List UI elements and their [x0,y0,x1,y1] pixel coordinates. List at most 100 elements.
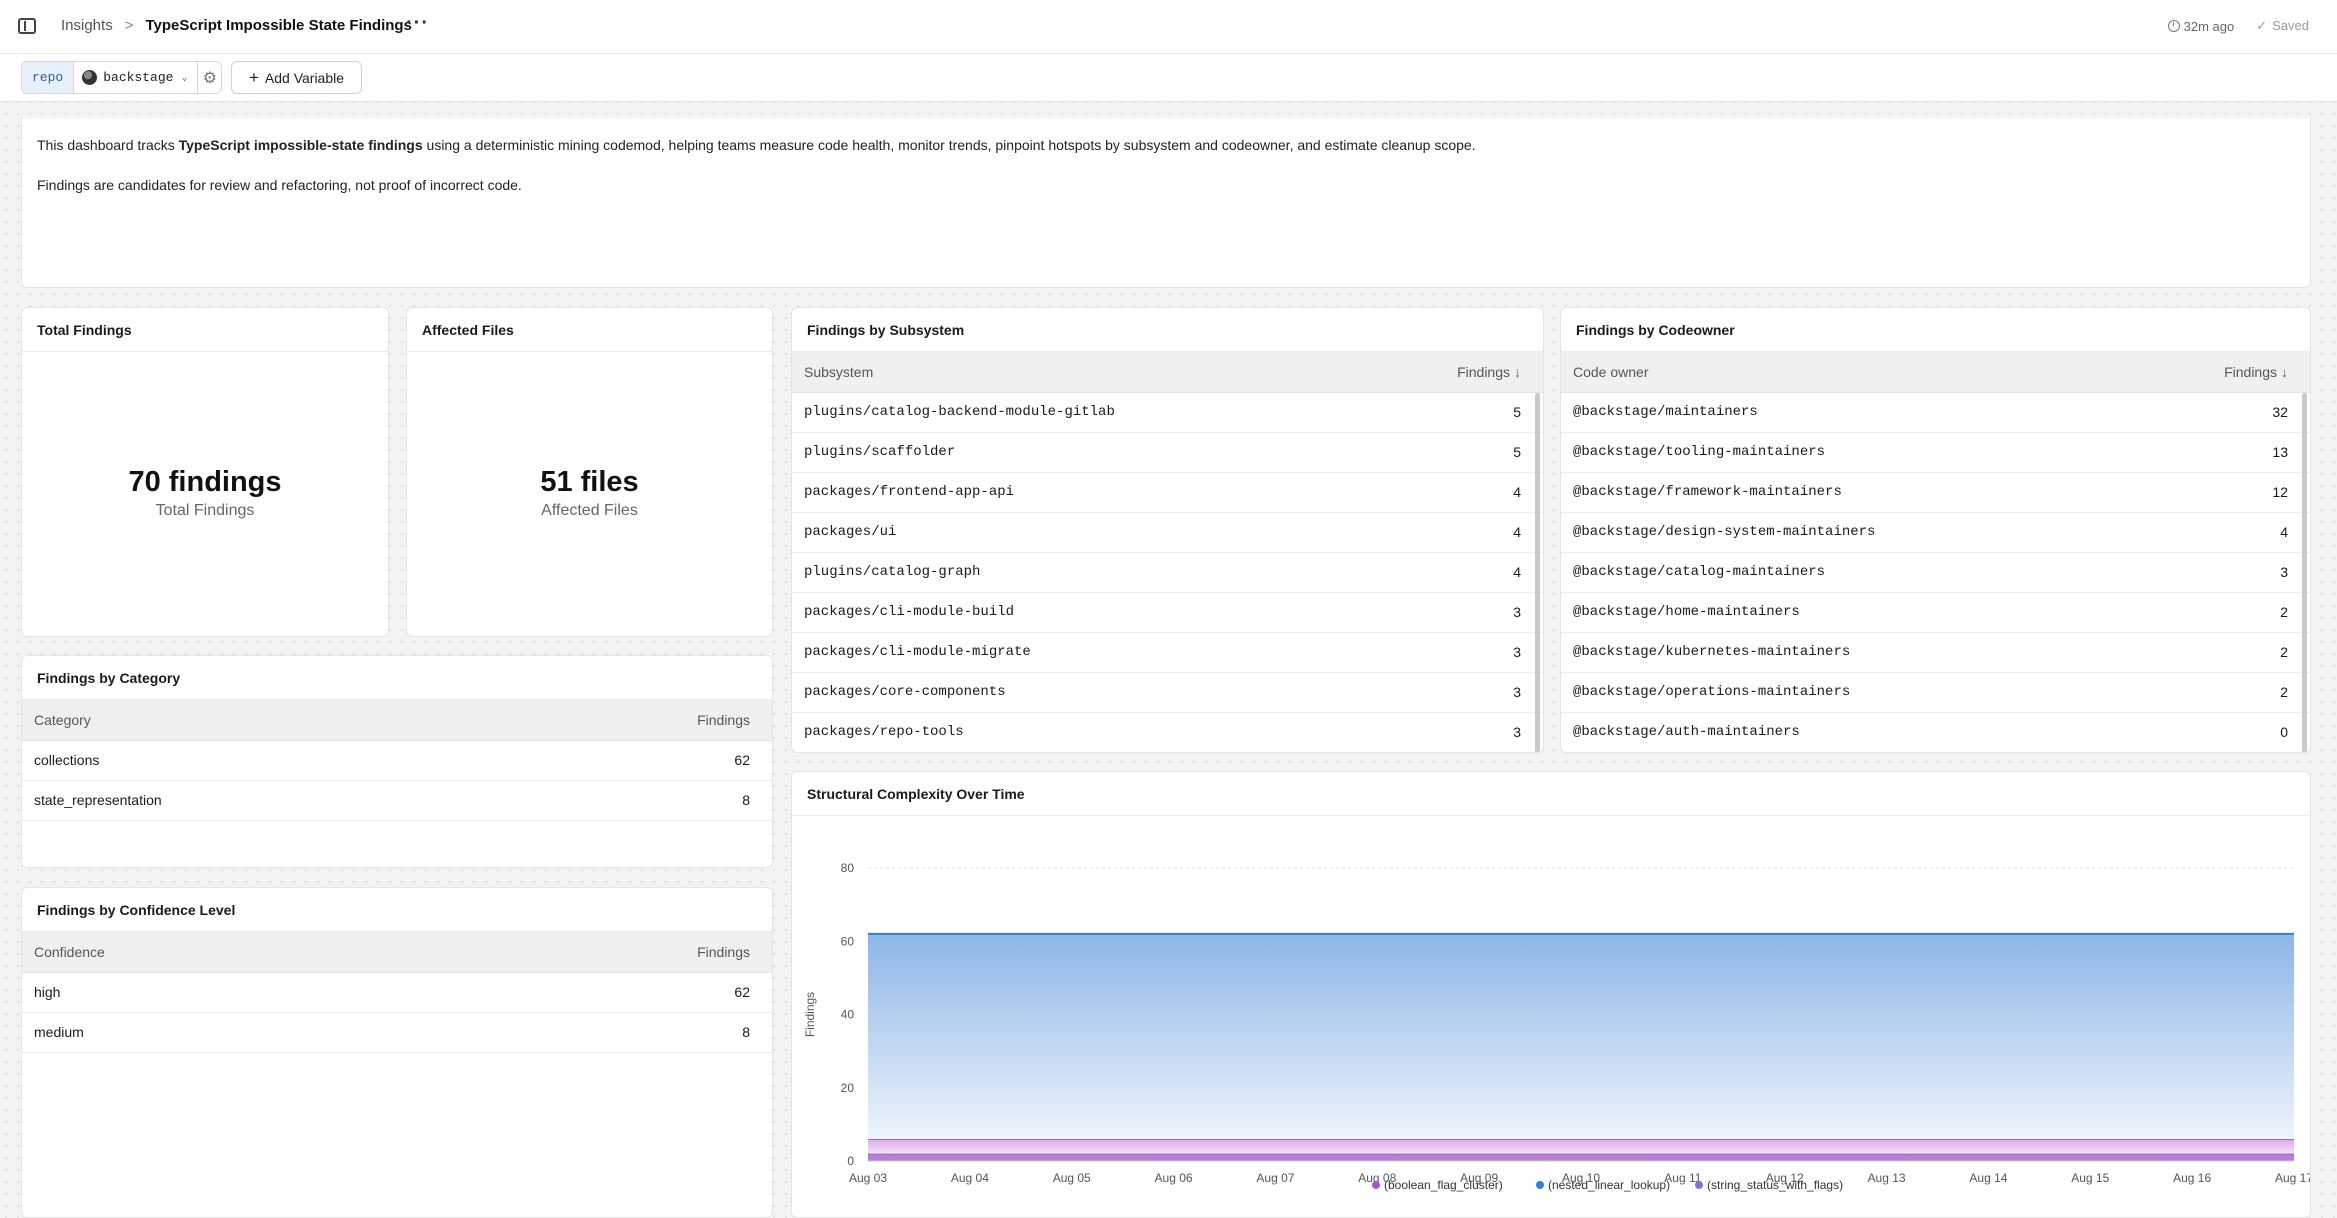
card-title: Findings by Confidence Level [22,888,772,932]
row-findings-value: 13 [2137,432,2310,473]
table-row[interactable]: @backstage/framework-maintainers 12 [1561,472,2310,513]
table-row[interactable]: packages/frontend-app-api 4 [792,472,1543,513]
column-header-label: Findings [2224,363,2277,380]
table-row[interactable]: packages/ui 4 [792,512,1543,553]
column-header-findings[interactable]: Findings [498,700,772,741]
column-header-category[interactable]: Category [22,700,499,741]
legend-item: (boolean_flag_cluster) [1384,1178,1503,1192]
row-findings-value: 4 [1373,472,1543,513]
table-row[interactable]: packages/repo-tools 3 [792,712,1543,752]
column-header-findings[interactable]: Findings [413,932,772,973]
table-row[interactable]: @backstage/operations-maintainers 2 [1561,672,2310,713]
y-tick-label: 60 [841,934,855,948]
repo-variable: repo backstage ⌄ ⚙ [21,61,222,94]
table-row[interactable]: high 62 [22,972,772,1013]
saved-indicator: ✓ Saved [2256,18,2309,34]
row-key: packages/cli-module-migrate [792,632,1374,673]
table-row[interactable]: medium 8 [22,1012,772,1053]
column-header-label: Findings [1457,363,1510,380]
table-row[interactable]: @backstage/kubernetes-maintainers 2 [1561,632,2310,673]
table-row[interactable]: @backstage/design-system-maintainers 4 [1561,512,2310,553]
codeowner-table: Code owner Findings ↓ @backstage/maintain… [1561,352,2310,752]
repo-variable-select[interactable]: backstage ⌄ [74,62,199,93]
scrollbar[interactable] [2302,393,2307,752]
table-row[interactable]: @backstage/tooling-maintainers 13 [1561,432,2310,473]
description-text-after: using a deterministic mining codemod, he… [422,137,1476,153]
table-row[interactable]: packages/core-components 3 [792,672,1543,713]
saved-text: Saved [2272,18,2309,33]
description-line-1: This dashboard tracks TypeScript impossi… [37,137,1476,153]
table-row[interactable]: @backstage/auth-maintainers 0 [1561,712,2310,752]
scrollbar[interactable] [1535,393,1540,752]
row-findings-value: 62 [498,740,772,781]
x-tick-label: Aug 04 [951,1171,989,1185]
row-findings-value: 3 [2137,552,2310,593]
add-variable-label: Add Variable [264,69,345,86]
table-row[interactable]: plugins/catalog-graph 4 [792,552,1543,593]
row-key: @backstage/auth-maintainers [1561,712,2138,752]
x-tick-label: Aug 06 [1155,1171,1193,1185]
column-header-code-owner[interactable]: Code owner [1561,352,2138,393]
row-key: packages/frontend-app-api [792,472,1374,513]
column-header-findings[interactable]: Findings ↓ [1373,352,1543,393]
row-findings-value: 4 [2137,512,2310,553]
row-findings-value: 3 [1373,672,1543,713]
row-key: @backstage/operations-maintainers [1561,672,2138,713]
column-header-subsystem[interactable]: Subsystem [792,352,1374,393]
table-row[interactable]: @backstage/home-maintainers 2 [1561,592,2310,633]
sidebar-toggle-icon[interactable] [18,18,36,34]
y-tick-label: 80 [841,861,855,875]
row-key: @backstage/maintainers [1561,392,2138,433]
row-key: plugins/catalog-graph [792,552,1374,593]
more-options-icon[interactable]: ··· [406,12,429,35]
row-findings-value: 62 [413,972,772,1013]
affected-files-card: Affected Files 51 files Affected Files [406,307,773,637]
row-findings-value: 12 [2137,472,2310,513]
legend-dot [1372,1181,1380,1189]
row-findings-value: 2 [2137,592,2310,633]
row-findings-value: 8 [413,1012,772,1053]
plus-icon: + [248,67,259,87]
add-variable-button[interactable]: + Add Variable [231,61,362,94]
x-tick-label: Aug 14 [1969,1171,2007,1185]
table-row[interactable]: packages/cli-module-build 3 [792,592,1543,633]
table-row[interactable]: collections 62 [22,740,772,781]
breadcrumb: Insights > TypeScript Impossible State F… [61,17,412,34]
row-key: collections [22,740,499,781]
column-header-confidence[interactable]: Confidence [22,932,414,973]
breadcrumb-insights-link[interactable]: Insights [61,17,113,34]
repo-avatar [82,70,98,85]
table-row[interactable]: packages/cli-module-migrate 3 [792,632,1543,673]
table-row[interactable]: @backstage/maintainers 32 [1561,392,2310,433]
save-status: 32m ago ✓ Saved [2167,18,2309,34]
row-findings-value: 3 [1373,712,1543,752]
row-key: packages/repo-tools [792,712,1374,752]
table-row[interactable]: state_representation 8 [22,780,772,821]
series-area-nested_linear_lookup [868,933,2294,1140]
area-chart: 0 20 40 60 80 Findings Aug 03 Aug 04 Aug 05 Aug 0… [803,861,2311,1192]
table-row[interactable]: @backstage/catalog-maintainers 3 [1561,552,2310,593]
table-row[interactable]: plugins/scaffolder 5 [792,432,1543,473]
y-axis-label: Findings [803,992,817,1037]
gear-icon[interactable]: ⚙ [198,62,221,93]
row-key: @backstage/home-maintainers [1561,592,2138,633]
card-title: Findings by Category [22,656,772,700]
row-key: @backstage/catalog-maintainers [1561,552,2138,593]
row-findings-value: 3 [1373,632,1543,673]
row-findings-value: 0 [2137,712,2310,752]
row-findings-value: 2 [2137,672,2310,713]
x-tick-label: Aug 17 [2275,1171,2311,1185]
total-findings-label: Total Findings [155,502,255,519]
category-table: Category Findings collections 62 state_rep… [22,700,772,821]
series-area-string_status_with_flags [868,1139,2294,1154]
legend-item: (nested_linear_lookup) [1548,1178,1670,1192]
x-tick-label: Aug 15 [2071,1171,2109,1185]
legend-dot [1536,1181,1544,1189]
affected-files-label: Affected Files [541,502,638,519]
findings-by-confidence-card: Findings by Confidence Level Confidence … [21,887,773,1218]
table-row[interactable]: plugins/catalog-backend-module-gitlab 5 [792,392,1543,433]
total-findings-value: 70 findings [128,466,282,498]
subsystem-table: Subsystem Findings ↓ plugins/catalog-back… [792,352,1543,752]
card-title: Findings by Codeowner [1561,308,2310,352]
column-header-findings[interactable]: Findings ↓ [2137,352,2310,393]
